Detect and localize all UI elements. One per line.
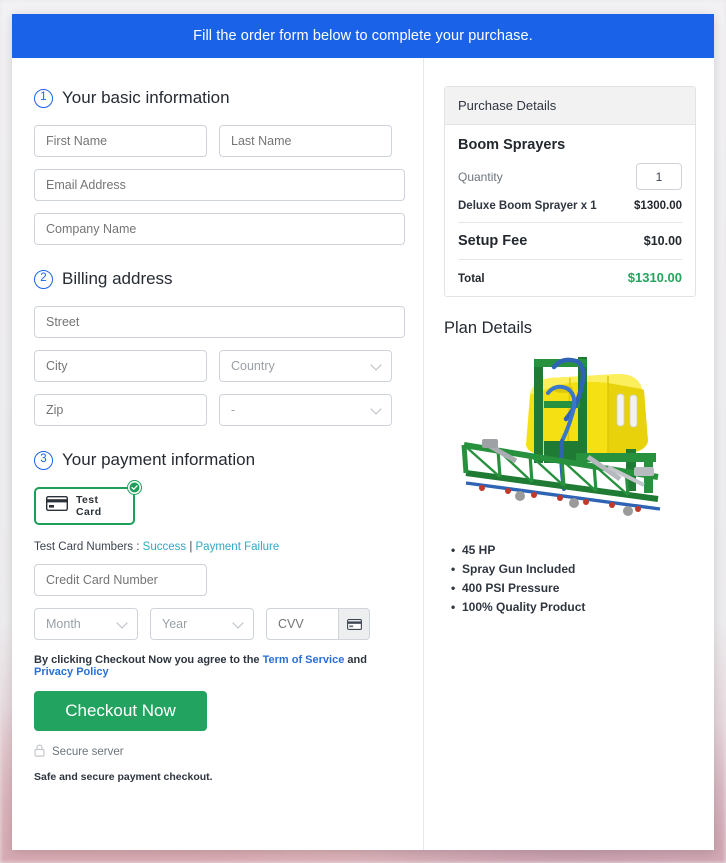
line-item-row: Deluxe Boom Sprayer x 1 $1300.00 — [458, 200, 682, 212]
form-column: 1 Your basic information 2 Billing addre… — [12, 58, 424, 850]
list-item: 400 PSI Pressure — [462, 581, 696, 595]
divider — [458, 222, 682, 223]
state-select[interactable]: - — [219, 394, 392, 426]
expiry-month-value: Month — [46, 617, 81, 631]
test-success-link[interactable]: Success — [143, 541, 186, 553]
plan-features-list: 45 HP Spray Gun Included 400 PSI Pressur… — [444, 543, 696, 614]
list-item: Spray Gun Included — [462, 562, 696, 576]
header-banner: Fill the order form below to complete yo… — [12, 14, 714, 58]
terms-conjunction: and — [344, 654, 367, 666]
privacy-policy-link[interactable]: Privacy Policy — [34, 666, 109, 678]
street-row — [34, 306, 405, 338]
product-name: Boom Sprayers — [458, 137, 682, 153]
quantity-row: Quantity — [458, 163, 682, 190]
purchase-details-header: Purchase Details — [445, 87, 695, 125]
divider — [458, 259, 682, 260]
checkout-card: Fill the order form below to complete yo… — [12, 14, 714, 850]
setup-fee-amount: $10.00 — [644, 234, 682, 248]
total-name: Total — [458, 273, 485, 285]
step-number-1: 1 — [34, 89, 53, 108]
credit-card-icon — [46, 496, 68, 516]
email-row — [34, 169, 405, 201]
terms-of-service-link[interactable]: Term of Service — [263, 654, 345, 666]
country-select[interactable]: Country — [219, 350, 392, 382]
chevron-down-icon — [370, 359, 381, 370]
section-header-billing-address: 2 Billing address — [34, 269, 405, 289]
chevron-down-icon — [232, 617, 243, 628]
lock-icon — [34, 744, 45, 760]
step-number-2: 2 — [34, 270, 53, 289]
last-name-input[interactable] — [219, 125, 392, 157]
test-payment-failure-link[interactable]: Payment Failure — [196, 541, 280, 553]
step-number-3: 3 — [34, 451, 53, 470]
check-circle-icon — [127, 480, 142, 495]
name-row — [34, 125, 405, 157]
quantity-label: Quantity — [458, 170, 503, 184]
credit-card-number-input[interactable] — [34, 564, 207, 596]
terms-line: By clicking Checkout Now you agree to th… — [34, 654, 405, 678]
city-country-row: Country — [34, 350, 405, 382]
list-item: 100% Quality Product — [462, 600, 696, 614]
cvv-group — [266, 608, 370, 640]
test-link-separator: | — [186, 541, 195, 553]
expiry-year-value: Year — [162, 617, 187, 631]
secure-server-note: Secure server — [34, 744, 405, 760]
section-title-basic-information: Your basic information — [62, 88, 230, 108]
zip-state-row: - — [34, 394, 405, 426]
line-item-amount: $1300.00 — [634, 200, 682, 212]
city-input[interactable] — [34, 350, 207, 382]
street-input[interactable] — [34, 306, 405, 338]
chevron-down-icon — [116, 617, 127, 628]
state-select-value: - — [231, 403, 235, 417]
total-row: Total $1310.00 — [458, 270, 682, 285]
boom-sprayer-product-image — [458, 349, 683, 529]
purchase-details-body: Boom Sprayers Quantity Deluxe Boom Spray… — [445, 125, 695, 296]
cvv-card-icon — [338, 608, 370, 640]
test-card-numbers-line: Test Card Numbers : Success | Payment Fa… — [34, 541, 405, 553]
content-columns: 1 Your basic information 2 Billing addre… — [12, 58, 714, 850]
list-item: 45 HP — [462, 543, 696, 557]
terms-prefix: By clicking Checkout Now you agree to th… — [34, 654, 263, 666]
company-name-input[interactable] — [34, 213, 405, 245]
expiry-year-select[interactable]: Year — [150, 608, 254, 640]
cvv-input[interactable] — [266, 608, 338, 640]
purchase-details-panel: Purchase Details Boom Sprayers Quantity … — [444, 86, 696, 297]
banner-message: Fill the order form below to complete yo… — [193, 28, 533, 44]
line-item-name: Deluxe Boom Sprayer x 1 — [458, 200, 597, 212]
country-select-value: Country — [231, 359, 275, 373]
section-header-payment-information: 3 Your payment information — [34, 450, 405, 470]
setup-fee-row: Setup Fee $10.00 — [458, 233, 682, 249]
section-header-basic-information: 1 Your basic information — [34, 88, 405, 108]
section-title-billing-address: Billing address — [62, 269, 173, 289]
plan-details-title: Plan Details — [444, 319, 696, 338]
test-card-numbers-prefix: Test Card Numbers : — [34, 541, 143, 553]
test-card-label: Test Card — [76, 494, 123, 518]
test-card-option[interactable]: Test Card — [34, 487, 135, 525]
summary-column: Purchase Details Boom Sprayers Quantity … — [424, 58, 714, 850]
setup-fee-name: Setup Fee — [458, 233, 527, 249]
expiry-cvv-row: Month Year — [34, 608, 405, 640]
first-name-input[interactable] — [34, 125, 207, 157]
expiry-month-select[interactable]: Month — [34, 608, 138, 640]
checkout-now-button[interactable]: Checkout Now — [34, 691, 207, 731]
zip-input[interactable] — [34, 394, 207, 426]
card-number-row — [34, 564, 405, 596]
chevron-down-icon — [370, 403, 381, 414]
safe-checkout-note: Safe and secure payment checkout. — [34, 771, 405, 783]
section-title-payment-information: Your payment information — [62, 450, 255, 470]
test-card-option-wrapper: Test Card — [34, 487, 135, 525]
quantity-input[interactable] — [636, 163, 682, 190]
company-row — [34, 213, 405, 245]
secure-server-label: Secure server — [52, 746, 124, 758]
email-input[interactable] — [34, 169, 405, 201]
total-amount: $1310.00 — [628, 270, 682, 285]
